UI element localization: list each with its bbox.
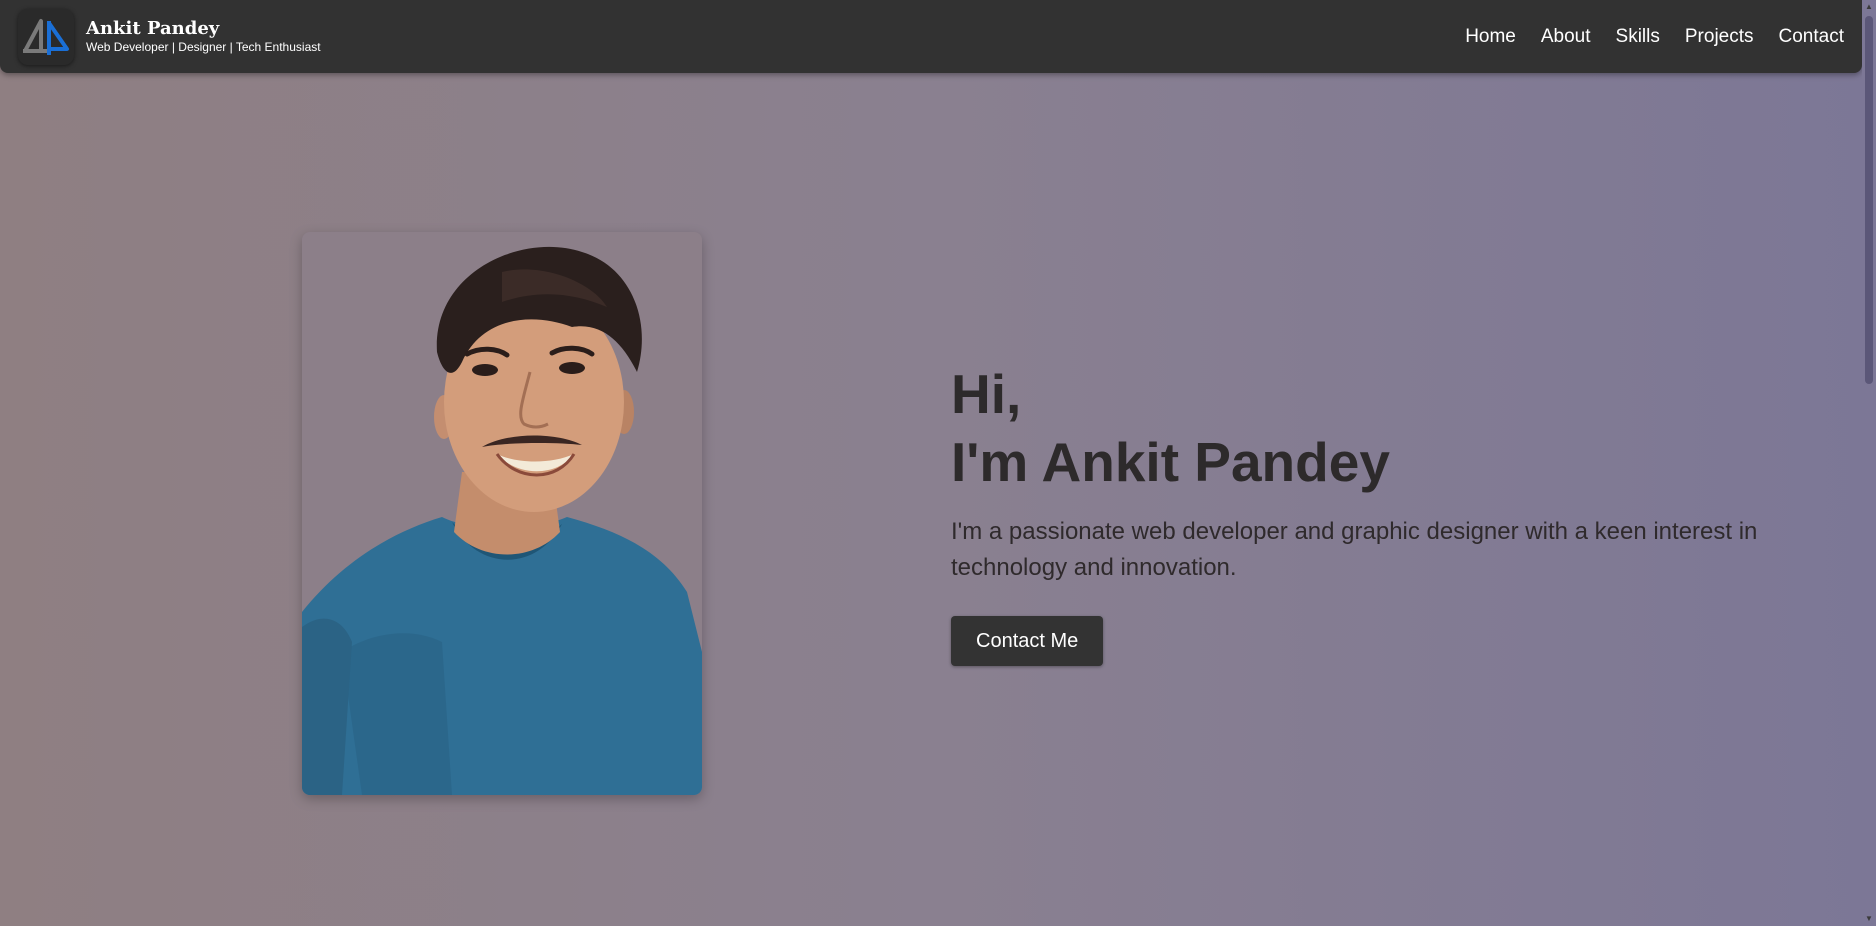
profile-photo	[302, 232, 702, 795]
brand-tagline: Web Developer | Designer | Tech Enthusia…	[86, 39, 321, 54]
scroll-up-icon[interactable]: ▲	[1862, 0, 1876, 14]
profile-photo-icon	[302, 232, 702, 795]
nav-link-contact[interactable]: Contact	[1779, 26, 1844, 48]
hero-description: I'm a passionate web developer and graph…	[951, 518, 1758, 581]
nav-link-about[interactable]: About	[1541, 26, 1591, 48]
hero-headline: I'm Ankit Pandey	[951, 431, 1390, 493]
vertical-scrollbar[interactable]: ▲ ▼	[1862, 0, 1876, 926]
brand[interactable]: Ankit Pandey Web Developer | Designer | …	[18, 8, 321, 65]
nav-link-home[interactable]: Home	[1465, 26, 1516, 48]
nav-link-skills[interactable]: Skills	[1616, 26, 1660, 48]
hero-greeting: Hi,	[951, 363, 1022, 425]
navbar: Ankit Pandey Web Developer | Designer | …	[0, 0, 1862, 73]
scrollbar-thumb[interactable]	[1865, 16, 1873, 384]
nav-link-projects[interactable]: Projects	[1685, 26, 1754, 48]
ap-logo-icon[interactable]	[18, 8, 74, 65]
hero-section: Hi, I'm Ankit Pandey I'm a passionate we…	[951, 360, 1771, 666]
scroll-down-icon[interactable]: ▼	[1862, 912, 1876, 926]
contact-me-button[interactable]: Contact Me	[951, 616, 1104, 666]
brand-name: Ankit Pandey	[86, 18, 220, 39]
nav-menu: Home About Skills Projects Contact	[1465, 26, 1844, 48]
